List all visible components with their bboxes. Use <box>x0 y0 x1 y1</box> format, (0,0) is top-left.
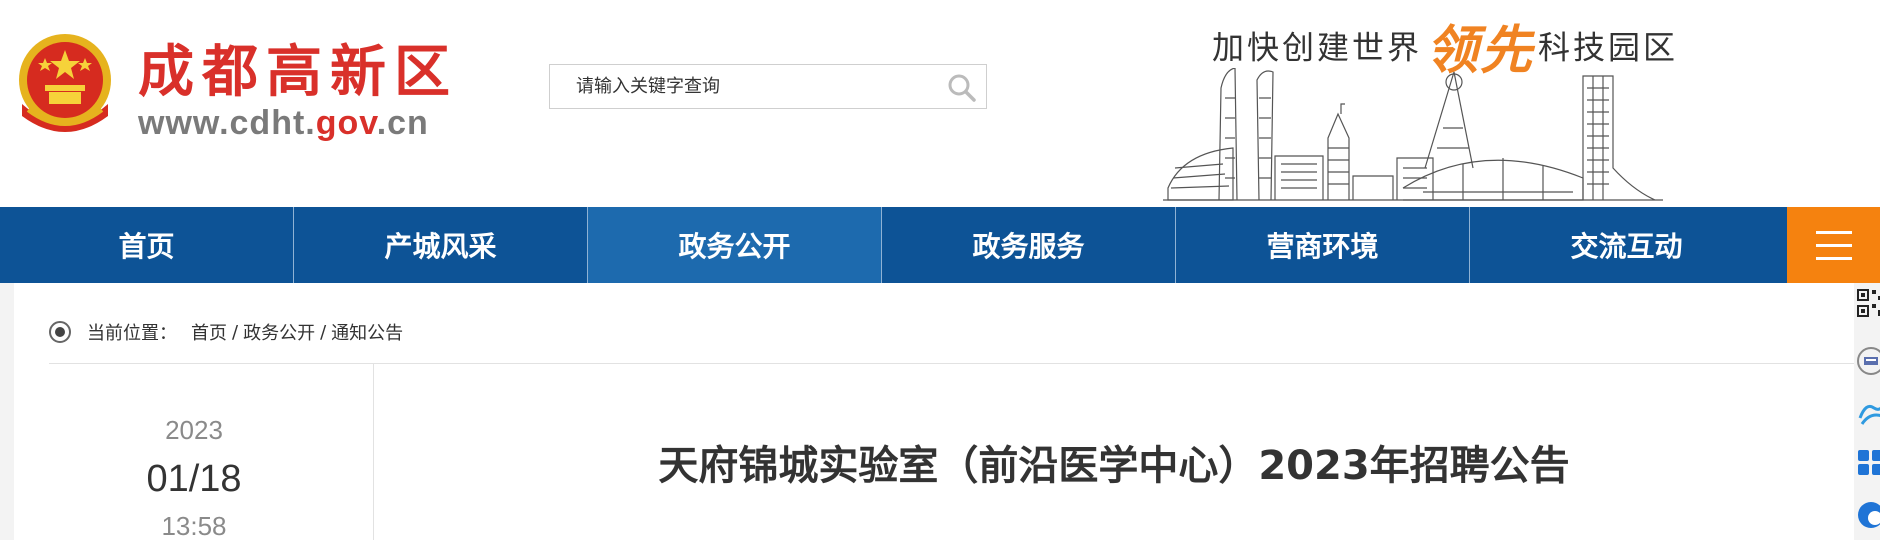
search-icon[interactable] <box>944 71 980 103</box>
nav-item-government-affairs[interactable]: 政务公开 <box>588 207 882 283</box>
menu-icon[interactable] <box>1787 207 1880 283</box>
horizontal-divider <box>49 363 1854 364</box>
slogan: 加快创建世界领先 科技园区 <box>1212 8 1679 81</box>
accessibility-icon[interactable] <box>1856 346 1880 376</box>
qr-code-icon[interactable] <box>1856 288 1880 318</box>
nav-item-business-environment[interactable]: 营商环境 <box>1176 207 1470 283</box>
breadcrumb-label: 当前位置： <box>87 323 177 344</box>
breadcrumb: 当前位置： 首页 / 政务公开 / 通知公告 <box>49 319 403 345</box>
menu-line <box>1815 243 1852 247</box>
location-dot-icon <box>49 321 71 343</box>
breadcrumb-home[interactable]: 首页 <box>191 319 227 345</box>
breadcrumb-government-affairs[interactable]: 政务公开 <box>243 319 315 345</box>
article-title: 天府锦城实验室（前沿医学中心）2023年招聘公告 <box>658 443 1570 489</box>
publish-date: 01/18 <box>146 458 242 500</box>
elder-mode-icon[interactable] <box>1856 398 1880 428</box>
main-nav: 首页 产城风采 政务公开 政务服务 营商环境 交流互动 <box>0 207 1880 283</box>
city-skyline-illustration <box>1163 68 1663 201</box>
content-panel: 当前位置： 首页 / 政务公开 / 通知公告 2023 01/18 13:58 … <box>14 283 1854 540</box>
breadcrumb-separator: / <box>320 321 327 343</box>
nav-item-government-services[interactable]: 政务服务 <box>882 207 1176 283</box>
nav-item-interaction[interactable]: 交流互动 <box>1470 207 1783 283</box>
grid-apps-icon[interactable] <box>1856 448 1880 478</box>
slogan-part1: 加快创建世界 <box>1212 28 1423 67</box>
site-url-suffix: .cn <box>376 104 429 142</box>
breadcrumb-notices[interactable]: 通知公告 <box>331 319 403 345</box>
search-box <box>549 64 987 109</box>
publish-year: 2023 <box>165 415 223 445</box>
publish-time: 13:58 <box>161 511 227 540</box>
nav-item-home[interactable]: 首页 <box>0 207 294 283</box>
site-name[interactable]: 成都高新区 <box>138 40 458 104</box>
site-url-prefix: www.cdht. <box>138 104 316 142</box>
site-url[interactable]: www.cdht.gov.cn <box>138 104 429 143</box>
search-input[interactable] <box>550 65 930 108</box>
breadcrumb-separator: / <box>232 321 239 343</box>
slogan-part2: 科技园区 <box>1538 28 1679 67</box>
national-emblem-icon[interactable] <box>12 30 119 142</box>
menu-line <box>1815 230 1852 234</box>
nav-item-city-style[interactable]: 产城风采 <box>294 207 588 283</box>
english-icon[interactable] <box>1856 500 1880 530</box>
site-header: 成都高新区 www.cdht.gov.cn 加快创建世界领先科技园区 <box>0 0 1880 207</box>
site-url-gov: gov <box>315 104 377 142</box>
menu-line <box>1815 256 1852 260</box>
